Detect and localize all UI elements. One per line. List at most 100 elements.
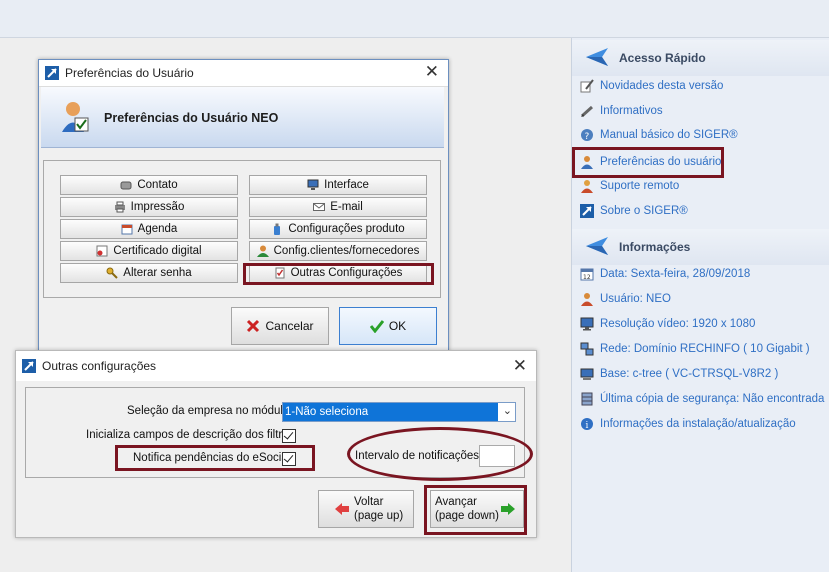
button-label: Agenda (137, 223, 178, 235)
button-label: Impressão (130, 201, 185, 213)
cancel-button[interactable]: Cancelar (231, 307, 329, 345)
user-preferences-dialog: Preferências do Usuário ✕ Preferências d… (38, 59, 449, 352)
highlight-box (424, 485, 527, 535)
clients-suppliers-button[interactable]: Config.clientes/fornecedores (249, 241, 427, 261)
phone-icon (120, 179, 132, 191)
interface-button[interactable]: Interface (249, 175, 427, 195)
close-icon[interactable]: ✕ (425, 63, 439, 80)
quick-item-manual[interactable]: ? Manual básico do SIGER® (580, 125, 738, 145)
chevron-down-icon[interactable]: ⌄ (503, 404, 512, 417)
button-label: Alterar senha (123, 267, 192, 279)
svg-text:i: i (586, 421, 589, 431)
arrow-left-icon (586, 48, 608, 66)
svg-text:12: 12 (583, 274, 591, 281)
key-icon (106, 267, 119, 279)
init-fields-label: Inicializa campos de descrição dos filtr… (86, 429, 295, 441)
user-check-icon (62, 102, 89, 132)
info-item-backup: Última cópia de segurança: Não encontrad… (580, 389, 824, 409)
dialog-title: Outras configurações (42, 359, 157, 373)
info-item-base: Base: c-tree ( VC-CTRSQL-V8R2 ) (580, 364, 778, 384)
pen-icon (580, 104, 594, 118)
info-icon: i (580, 417, 594, 431)
button-label: Certificado digital (113, 245, 202, 257)
quick-item-label: Informativos (600, 105, 663, 117)
quick-item-label: Suporte remoto (600, 180, 680, 192)
highlight-box (115, 445, 315, 471)
info-item-label: Última cópia de segurança: Não encontrad… (600, 393, 825, 405)
company-select[interactable]: 1-Não seleciona ⌄ (282, 402, 516, 422)
ok-label: OK (388, 319, 407, 333)
quick-access-header[interactable]: Acesso Rápido (572, 40, 829, 76)
quick-item-label: Novidades desta versão (600, 80, 724, 92)
title-bar: Outras configurações ✕ (16, 351, 536, 381)
info-item-label: Resolução vídeo: 1920 x 1080 (600, 318, 756, 330)
info-item-resolution: Resolução vídeo: 1920 x 1080 (580, 314, 755, 334)
print-button[interactable]: Impressão (60, 197, 238, 217)
title-bar: Preferências do Usuário ✕ (39, 60, 448, 87)
right-panel: Acesso Rápido Novidades desta versão Inf… (571, 38, 829, 572)
info-item-network: Rede: Domínio RECHINFO ( 10 Gigabit ) (580, 339, 810, 359)
app-icon (45, 66, 59, 80)
certificate-icon (96, 245, 108, 257)
svg-text:?: ? (585, 132, 590, 142)
change-password-button[interactable]: Alterar senha (60, 263, 238, 283)
digital-certificate-button[interactable]: Certificado digital (60, 241, 238, 261)
info-item-label: Informações da instalação/atualização (600, 418, 796, 430)
checkmark-icon (369, 320, 384, 333)
company-select-value: 1-Não seleciona (283, 403, 498, 421)
arrow-left-icon (586, 237, 608, 255)
arrow-left-icon (335, 503, 349, 515)
info-item-label: Data: Sexta-feira, 28/09/2018 (600, 268, 751, 280)
cancel-label: Cancelar (265, 319, 314, 333)
calendar-icon: 12 (580, 267, 594, 281)
bottle-icon (271, 223, 283, 235)
dialog-title: Preferências do Usuário (65, 66, 194, 80)
user-icon (256, 245, 269, 257)
quick-item-about[interactable]: Sobre o SIGER® (580, 201, 688, 221)
close-icon[interactable]: ✕ (513, 357, 527, 374)
quick-item-support[interactable]: Suporte remoto (580, 176, 679, 196)
button-label: Config.clientes/fornecedores (273, 245, 420, 257)
highlight-ellipse (347, 427, 533, 481)
quick-item-bulletins[interactable]: Informativos (580, 101, 663, 121)
computer-icon (580, 367, 594, 381)
document-pen-icon (580, 79, 594, 93)
info-item-date: 12 Data: Sexta-feira, 28/09/2018 (580, 264, 750, 284)
info-item-install[interactable]: i Informações da instalação/atualização (580, 414, 796, 434)
monitor-icon (580, 317, 594, 331)
quick-item-label: Manual básico do SIGER® (600, 129, 738, 141)
product-settings-button[interactable]: Configurações produto (249, 219, 427, 239)
support-icon (580, 179, 594, 193)
info-item-label: Rede: Domínio RECHINFO ( 10 Gigabit ) (600, 343, 810, 355)
monitor-icon (307, 179, 319, 191)
highlight-box (243, 263, 434, 285)
network-icon (580, 342, 594, 356)
app-icon (22, 359, 36, 373)
cancel-icon (247, 319, 260, 333)
button-label: Interface (324, 179, 369, 191)
back-button[interactable]: Voltar (page up) (318, 490, 414, 528)
other-settings-dialog: Outras configurações ✕ Seleção da empres… (15, 350, 537, 538)
quick-item-label: Sobre o SIGER® (600, 205, 688, 217)
printer-icon (114, 201, 126, 213)
back-hint: (page up) (354, 510, 404, 522)
info-item-label: Base: c-tree ( VC-CTRSQL-V8R2 ) (600, 368, 779, 380)
highlight-box (572, 147, 724, 178)
database-icon (580, 392, 594, 406)
info-header[interactable]: Informações (572, 229, 829, 265)
top-toolbar (0, 0, 829, 38)
button-label: E-mail (330, 201, 363, 213)
quick-access-title: Acesso Rápido (619, 51, 706, 65)
schedule-button[interactable]: Agenda (60, 219, 238, 239)
company-label: Seleção da empresa no módulo (127, 405, 290, 417)
info-item-user: Usuário: NEO (580, 289, 671, 309)
calendar-icon (121, 223, 133, 235)
init-fields-checkbox[interactable] (282, 429, 296, 443)
quick-item-news[interactable]: Novidades desta versão (580, 76, 723, 96)
help-icon: ? (580, 128, 594, 142)
app-arrow-icon (580, 204, 594, 218)
email-button[interactable]: E-mail (249, 197, 427, 217)
contact-button[interactable]: Contato (60, 175, 238, 195)
ok-button[interactable]: OK (339, 307, 437, 345)
button-label: Contato (137, 179, 178, 191)
